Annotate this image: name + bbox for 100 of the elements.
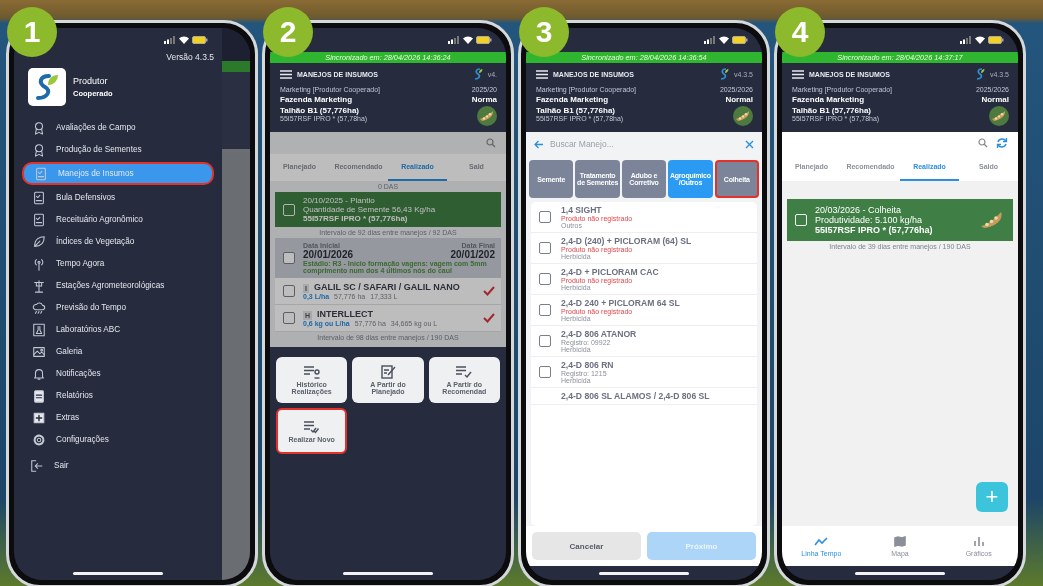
battery-icon <box>988 36 1004 44</box>
checkbox[interactable] <box>539 273 551 285</box>
soybean-icon <box>989 106 1009 126</box>
wifi-icon <box>463 36 473 44</box>
product-name: 2,4-D 806 SL ALAMOS / 2,4-D 806 SL <box>561 391 710 401</box>
product-row[interactable]: 2,4-D 806 SL ALAMOS / 2,4-D 806 SL <box>531 388 757 405</box>
step-number-badge: 4 <box>775 7 825 57</box>
menu-item[interactable]: Configurações <box>22 430 214 449</box>
seal-icon <box>32 120 46 135</box>
farm-name: Fazenda Marketing <box>792 95 864 104</box>
logout-item[interactable]: Sair <box>22 456 214 475</box>
wifi-icon <box>179 36 189 44</box>
checkbox[interactable] <box>283 312 295 324</box>
menu-item[interactable]: Previsão do Tempo <box>22 298 214 317</box>
cloud-rain-icon <box>32 300 46 315</box>
event-title: 20/03/2026 - Colheita <box>815 205 903 215</box>
search-icon[interactable] <box>486 138 496 148</box>
event-variety: 55I57RSF IPRO * (57,776ha) <box>815 225 934 235</box>
logo-icon <box>975 68 985 80</box>
soybean-icon <box>477 106 497 126</box>
menu-item[interactable]: Estações Agrometeorológicas <box>22 276 214 295</box>
menu-icon[interactable] <box>280 69 292 79</box>
line-chart-icon <box>814 535 829 547</box>
menu-item[interactable]: Manejos de Insumos <box>22 162 214 185</box>
soybean-pod-icon <box>979 210 1005 230</box>
menu-item[interactable]: Tempo Agora <box>22 254 214 273</box>
step-number-badge: 1 <box>7 7 57 57</box>
battery-icon <box>732 36 748 44</box>
signal-icon <box>448 36 460 44</box>
event-card[interactable]: 20/03/2026 - Colheita Produtividade: 5.100 kg/ha 55I57RSF IPRO * (57,776ha) <box>787 199 1013 241</box>
checkbox[interactable] <box>539 366 551 378</box>
step-number-badge: 3 <box>519 7 569 57</box>
close-icon[interactable] <box>745 139 754 149</box>
product-name: 2,4-D 240 + PICLORAM 64 SL <box>561 298 680 308</box>
event-detail: Quantidade de Semente 56,43 Kg/ha <box>303 205 436 214</box>
season-type: Normal <box>981 95 1009 104</box>
checklist-icon <box>34 166 48 181</box>
battery-icon <box>476 36 492 44</box>
checkbox[interactable] <box>283 252 295 264</box>
weather-station-icon <box>32 278 46 293</box>
menu-item[interactable]: Receituário Agronômico <box>22 210 214 229</box>
menu-item[interactable]: Galeria <box>22 342 214 361</box>
field-name: Talhão B1 (57,776ha) <box>280 106 360 115</box>
logo-icon <box>719 68 729 80</box>
menu-item[interactable]: Produção de Sementes <box>22 140 214 159</box>
event-variety: 55I57RSF IPRO * (57,776ha) <box>303 214 409 223</box>
cancel-button[interactable]: Cancelar <box>532 532 641 560</box>
farm-name: Fazenda Marketing <box>280 95 352 104</box>
app-logo <box>28 68 66 106</box>
farm-name: Fazenda Marketing <box>536 95 608 104</box>
wifi-icon <box>719 36 729 44</box>
product-name: 2,4-D 806 RN <box>561 360 614 370</box>
seal-icon <box>32 142 46 157</box>
search-field[interactable]: Buscar Manejo... <box>550 139 739 149</box>
signal-icon <box>960 36 972 44</box>
version-label: Versão 4.3.5 <box>166 52 215 64</box>
plus-icon <box>32 410 46 425</box>
product-name: GALIL SC / SAFARI / GALIL NANO <box>313 282 460 292</box>
checkbox[interactable] <box>539 335 551 347</box>
menu-item[interactable]: Bula Defensivos <box>22 188 214 207</box>
menu-icon[interactable] <box>536 69 548 79</box>
menu-item[interactable]: Relatórios <box>22 386 214 405</box>
checkbox[interactable] <box>283 285 295 297</box>
event-detail: Produtividade: 5.100 kg/ha <box>815 215 924 225</box>
menu-item[interactable]: Índices de Vegetação <box>22 232 214 251</box>
product-name: 2,4-D (240) + PICLORAM (64) SL <box>561 236 692 246</box>
product-name: 2,4-D 806 ATANOR <box>561 329 637 339</box>
settings-icon <box>32 432 46 447</box>
start-date: 20/01/2026 <box>303 249 354 260</box>
season-type: Normal <box>725 95 753 104</box>
step-number-badge: 2 <box>263 7 313 57</box>
search-icon[interactable] <box>978 138 988 148</box>
antenna-icon <box>32 256 46 271</box>
product-name: 1,4 SIGHT <box>561 205 603 215</box>
menu-icon[interactable] <box>792 69 804 79</box>
checkbox[interactable] <box>539 304 551 316</box>
document-edit-icon <box>379 365 397 379</box>
refresh-icon[interactable] <box>996 137 1008 149</box>
product-name: 2,4-D + PICLORAM CAC <box>561 267 659 277</box>
menu-item[interactable]: Extras <box>22 408 214 427</box>
checklist-icon <box>32 212 46 227</box>
flask-icon <box>32 322 46 337</box>
field-name: Talhão B1 (57,776ha) <box>792 106 872 115</box>
signal-icon <box>704 36 716 44</box>
menu-item[interactable]: Laboratórios ABC <box>22 320 214 339</box>
back-arrow-icon[interactable] <box>534 139 544 149</box>
menu-item[interactable]: Notificações <box>22 364 214 383</box>
bar-chart-icon <box>971 535 986 547</box>
checkbox[interactable] <box>539 211 551 223</box>
checkbox[interactable] <box>539 242 551 254</box>
map-icon <box>893 535 907 547</box>
product-name: INTERLLECT <box>317 309 374 319</box>
profile-name: Produtor <box>73 76 109 86</box>
season-type: Norma <box>471 95 497 104</box>
menu-item[interactable]: Avaliações de Campo <box>22 118 214 137</box>
event-card[interactable]: 20/10/2025 - Plantio Quantidade de Semente 56,43 Kg/ha 55I57RSF IPRO * (57,776ha) <box>275 192 501 227</box>
logo-icon <box>473 68 483 80</box>
event-title: 20/10/2025 - Plantio <box>303 196 376 205</box>
signal-icon <box>164 36 176 44</box>
leaf-icon <box>32 234 46 249</box>
